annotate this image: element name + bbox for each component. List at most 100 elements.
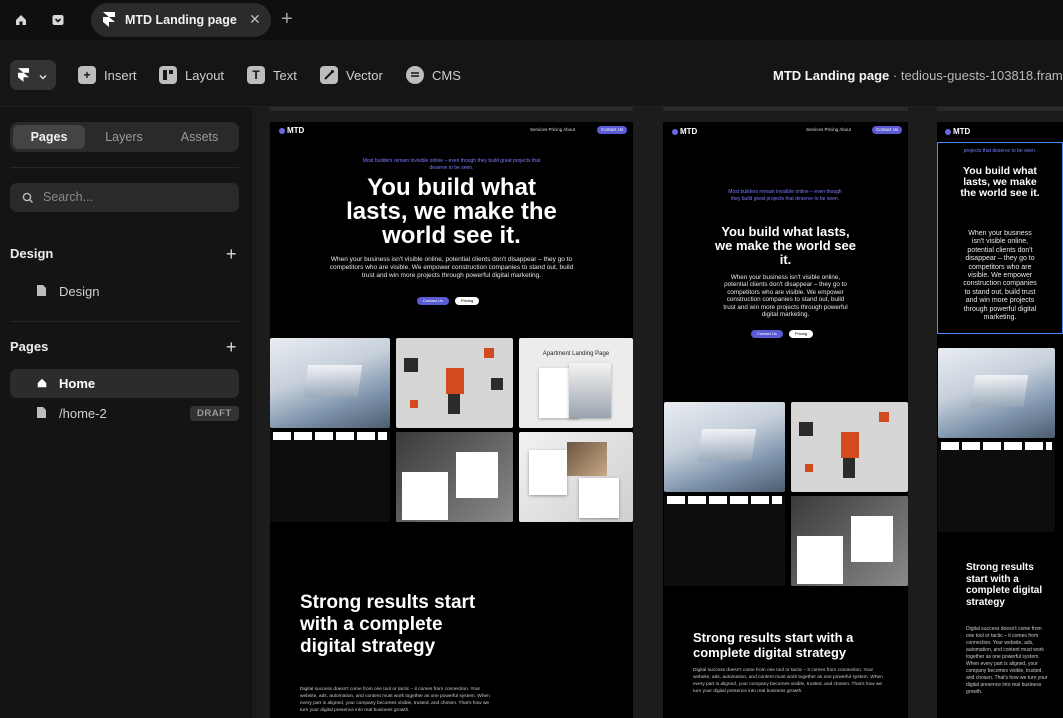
file-icon bbox=[36, 406, 47, 424]
site-logo: MTD bbox=[945, 127, 970, 136]
add-page-button[interactable]: + bbox=[226, 338, 237, 356]
nav-links: Services Pricing About bbox=[530, 127, 576, 132]
showcase-image bbox=[270, 432, 390, 522]
showcase-image bbox=[519, 432, 633, 522]
hero-body: When your business isn't visible online,… bbox=[723, 274, 848, 319]
tablet-breakpoint-frame[interactable]: MTD Services Pricing About Contact Us Mo… bbox=[663, 122, 908, 718]
strategy-body: Digital success doesn't come from one to… bbox=[966, 626, 1048, 695]
text-button[interactable]: T Text bbox=[247, 64, 297, 86]
showcase-image bbox=[664, 496, 785, 586]
showcase-image bbox=[396, 338, 513, 428]
cms-label: CMS bbox=[432, 67, 461, 83]
site-nav: MTD Services Pricing About Contact Us bbox=[270, 122, 633, 140]
project-separator: · bbox=[892, 68, 898, 83]
hero-contact-button: Contact Us bbox=[417, 297, 449, 305]
text-label: Text bbox=[273, 67, 297, 83]
showcase-image bbox=[396, 432, 513, 522]
nav-contact-button: Contact Us bbox=[597, 126, 628, 134]
design-item[interactable]: Design bbox=[10, 277, 239, 306]
add-design-button[interactable]: + bbox=[226, 245, 237, 263]
design-item-label: Design bbox=[59, 284, 100, 299]
site-nav: MTD Services Pricing About Contact Us bbox=[663, 122, 908, 140]
site-logo: MTD bbox=[672, 127, 697, 136]
browser-tab-bar: MTD Landing page ✕ + bbox=[0, 0, 1063, 40]
showcase-image: Apartment Landing Page bbox=[519, 338, 633, 428]
layout-icon bbox=[159, 66, 177, 84]
nav-links: Services Pricing About bbox=[806, 127, 852, 132]
project-domain: tedious-guests-103818.framer bbox=[900, 68, 1063, 83]
page-label: Home bbox=[59, 376, 96, 391]
page-item-home[interactable]: Home bbox=[10, 369, 239, 398]
main-menu-button[interactable] bbox=[10, 60, 56, 90]
search-input[interactable]: Search... bbox=[10, 183, 239, 212]
showcase-image bbox=[938, 348, 1055, 438]
insert-label: Insert bbox=[104, 67, 137, 83]
plus-icon: + bbox=[78, 66, 96, 84]
design-canvas[interactable]: MTD Services Pricing About Contact Us Mo… bbox=[255, 107, 1063, 718]
layout-label: Layout bbox=[185, 67, 225, 83]
search-icon bbox=[22, 191, 34, 209]
strategy-title: Strong results start with a complete dig… bbox=[966, 562, 1043, 608]
desktop-breakpoint-frame[interactable]: MTD Services Pricing About Contact Us Mo… bbox=[270, 122, 633, 718]
frame-header bbox=[270, 107, 633, 111]
hero-title: You build what lasts, we make the world … bbox=[715, 224, 856, 267]
pages-section-title: Pages bbox=[10, 339, 49, 354]
divider bbox=[10, 321, 239, 322]
nav-contact-button: Contact Us bbox=[872, 126, 903, 134]
tab-assets[interactable]: Assets bbox=[163, 125, 236, 149]
hero-body: When your business isn't visible online,… bbox=[329, 256, 574, 279]
phone-breakpoint-frame[interactable]: MTD projects that deserve to be seen. Yo… bbox=[937, 122, 1063, 718]
home-icon[interactable] bbox=[11, 10, 31, 30]
strategy-body: Digital success doesn't come from one to… bbox=[300, 687, 490, 713]
showcase-image bbox=[938, 442, 1055, 532]
cms-button[interactable]: CMS bbox=[406, 64, 461, 86]
hero-contact-button: Contact Us bbox=[751, 330, 783, 338]
tab-title: MTD Landing page bbox=[125, 13, 237, 27]
insert-button[interactable]: + Insert bbox=[78, 64, 137, 86]
chevron-down-icon bbox=[38, 69, 48, 87]
project-name: MTD Landing page bbox=[773, 68, 890, 83]
vector-button[interactable]: Vector bbox=[320, 64, 383, 86]
divider bbox=[10, 167, 239, 168]
new-tab-button[interactable]: + bbox=[281, 8, 293, 30]
design-section-title: Design bbox=[10, 246, 54, 261]
hero-eyebrow: Most builders remain invisible online – … bbox=[362, 158, 541, 171]
close-tab-icon[interactable]: ✕ bbox=[249, 11, 261, 28]
showcase-image bbox=[791, 496, 908, 586]
showcase-image bbox=[791, 402, 908, 492]
tab-layers[interactable]: Layers bbox=[88, 125, 160, 149]
framer-logo-icon bbox=[103, 12, 115, 32]
hero-title: You build what lasts, we make the world … bbox=[346, 174, 557, 249]
showcase-image bbox=[664, 402, 785, 492]
browser-tab[interactable]: MTD Landing page ✕ bbox=[91, 3, 271, 37]
hero-pricing-button: Pricing bbox=[789, 330, 814, 338]
layout-button[interactable]: Layout bbox=[159, 64, 224, 86]
file-icon bbox=[36, 284, 47, 302]
showcase-image bbox=[270, 338, 390, 428]
strategy-body: Digital success doesn't come from one to… bbox=[693, 668, 883, 694]
draft-badge: DRAFT bbox=[190, 406, 239, 421]
selection-outline bbox=[937, 142, 1063, 334]
pen-icon bbox=[320, 66, 338, 84]
project-title[interactable]: MTD Landing page · tedious-guests-103818… bbox=[773, 68, 1063, 83]
site-logo: MTD bbox=[279, 126, 304, 135]
frame-header bbox=[663, 107, 908, 111]
frame-header bbox=[937, 107, 1063, 111]
page-item-home-2[interactable]: /home-2 DRAFT bbox=[10, 399, 239, 428]
apartment-tile-title: Apartment Landing Page bbox=[542, 351, 610, 357]
panel-tabs: Pages Layers Assets bbox=[10, 122, 239, 152]
strategy-title: Strong results start with a complete dig… bbox=[300, 592, 476, 657]
vector-label: Vector bbox=[346, 67, 383, 83]
text-icon: T bbox=[247, 66, 265, 84]
framer-logo-icon bbox=[18, 68, 29, 87]
left-panel: Pages Layers Assets Search... Design + D… bbox=[0, 107, 254, 718]
site-nav: MTD bbox=[937, 122, 1063, 140]
strategy-title: Strong results start with a complete dig… bbox=[693, 630, 854, 660]
inbox-icon[interactable] bbox=[48, 10, 68, 30]
hero-eyebrow: Most builders remain invisible online – … bbox=[728, 189, 842, 202]
database-icon bbox=[406, 66, 424, 84]
search-placeholder: Search... bbox=[43, 190, 94, 204]
page-label: /home-2 bbox=[59, 406, 107, 421]
tab-pages[interactable]: Pages bbox=[13, 125, 85, 149]
home-icon bbox=[36, 376, 48, 394]
